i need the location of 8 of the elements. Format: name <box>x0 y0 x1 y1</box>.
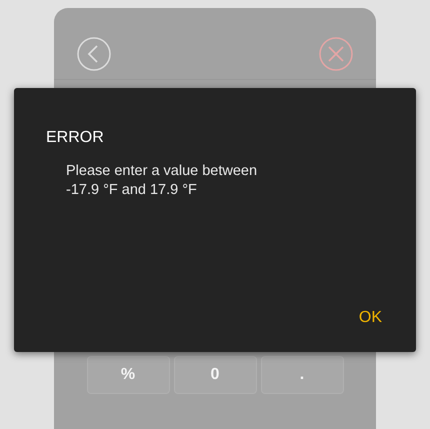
dialog-message: Please enter a value between -17.9 °F and 17.9 °F <box>66 162 258 200</box>
ok-button[interactable]: OK <box>356 306 384 330</box>
dialog-title: ERROR <box>46 128 104 148</box>
keypad-key[interactable]: % <box>86 356 170 394</box>
back-icon[interactable] <box>76 36 112 72</box>
keypad-key[interactable]: 0 <box>174 356 256 394</box>
close-icon[interactable] <box>318 36 354 72</box>
keypad-key[interactable]: . <box>260 356 344 394</box>
